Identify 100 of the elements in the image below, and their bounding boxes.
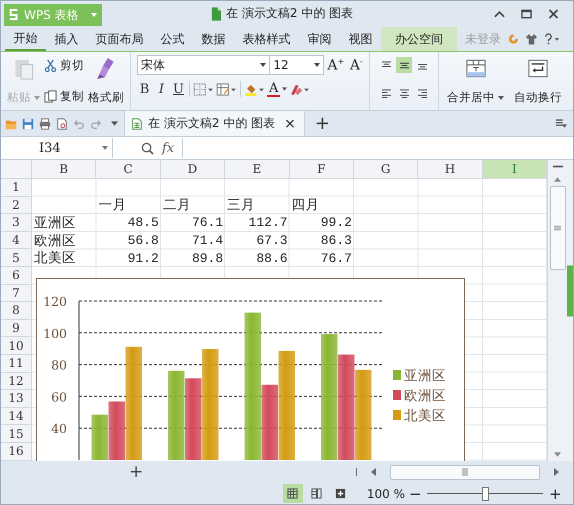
menu-tab[interactable]: 数据 bbox=[193, 27, 234, 51]
fill-color-icon[interactable] bbox=[244, 82, 265, 96]
new-tab-button[interactable]: + bbox=[314, 113, 330, 134]
align-icon bbox=[416, 88, 428, 98]
copy-button[interactable]: 复制 bbox=[44, 89, 84, 104]
font-name-field[interactable]: 宋体 bbox=[137, 55, 270, 75]
table-cell-text: 48.5 bbox=[126, 214, 160, 232]
close-icon[interactable] bbox=[548, 9, 559, 19]
zoom-out-button[interactable]: − bbox=[409, 484, 421, 502]
caret-icon[interactable] bbox=[282, 87, 288, 91]
row-header[interactable]: 8 bbox=[1, 302, 32, 320]
row-header[interactable]: 6 bbox=[1, 266, 32, 285]
row-header[interactable]: 4 bbox=[1, 232, 32, 250]
format-painter-button[interactable]: 格式刷 bbox=[86, 55, 126, 107]
collapse-ribbon-icon[interactable] bbox=[494, 9, 505, 19]
preview-icon[interactable] bbox=[56, 118, 68, 130]
name-box[interactable]: I34 bbox=[1, 138, 113, 158]
bold-button[interactable]: B bbox=[137, 82, 152, 96]
cut-button[interactable]: 剪切 bbox=[44, 58, 84, 73]
axis-tick-label: 60 bbox=[51, 389, 67, 404]
wrap-text-button[interactable]: 自动换行 bbox=[512, 55, 564, 107]
search-icon[interactable] bbox=[141, 142, 154, 154]
menu-tab[interactable]: 插入 bbox=[46, 27, 87, 51]
caret-icon bbox=[102, 146, 108, 150]
row-header[interactable]: 2 bbox=[1, 196, 32, 214]
scroll-left-icon[interactable] bbox=[356, 468, 376, 476]
zoom-in-button[interactable]: + bbox=[549, 484, 561, 502]
menu-tab[interactable]: 公式 bbox=[152, 27, 193, 51]
close-tab-button[interactable]: × bbox=[284, 116, 296, 132]
row-header[interactable]: 9 bbox=[1, 320, 32, 338]
vertical-scrollbar[interactable] bbox=[547, 160, 567, 461]
column-header[interactable]: G bbox=[354, 160, 418, 179]
column-header[interactable]: H bbox=[418, 160, 483, 179]
menu-tab[interactable]: 审阅 bbox=[299, 27, 340, 51]
borders-icon[interactable] bbox=[193, 82, 214, 96]
scissors-icon bbox=[44, 59, 57, 72]
print-icon[interactable] bbox=[39, 118, 51, 130]
scroll-thumb[interactable] bbox=[390, 464, 540, 480]
row-header[interactable]: 7 bbox=[1, 284, 32, 302]
clipboard-icon bbox=[14, 57, 34, 80]
row-header[interactable]: 1 bbox=[1, 179, 32, 197]
scroll-thumb[interactable] bbox=[550, 186, 566, 270]
align-icon bbox=[398, 60, 410, 70]
merge-center-button[interactable]: 合并居中 bbox=[445, 55, 506, 107]
slider-thumb[interactable] bbox=[482, 487, 489, 501]
row-header[interactable]: 3 bbox=[1, 214, 32, 232]
scroll-up-icon[interactable] bbox=[554, 177, 561, 182]
table-cell-text: 91.2 bbox=[126, 250, 160, 267]
table-cell-text: 欧洲区 bbox=[33, 232, 77, 250]
grow-font-button[interactable]: A$^{+}$ bbox=[327, 56, 344, 74]
maximize-icon[interactable] bbox=[521, 9, 532, 19]
shrink-font-button[interactable]: A$^{-}$ bbox=[348, 56, 365, 74]
row-header[interactable]: 11 bbox=[1, 354, 32, 373]
menu-tab[interactable]: 页面布局 bbox=[87, 27, 152, 51]
insert-function-button[interactable]: fx bbox=[162, 140, 174, 156]
cell-style-icon[interactable] bbox=[216, 82, 237, 96]
row-header[interactable]: 5 bbox=[1, 249, 32, 267]
column-header[interactable]: C bbox=[96, 160, 161, 179]
caret-icon[interactable] bbox=[111, 121, 118, 126]
column-header[interactable]: B bbox=[32, 160, 96, 179]
row-header[interactable]: 10 bbox=[1, 337, 32, 355]
table-cell-text: 北美区 bbox=[33, 249, 77, 267]
grip-icon bbox=[554, 225, 561, 231]
help-icon[interactable] bbox=[544, 33, 560, 45]
scroll-down-icon[interactable] bbox=[554, 452, 561, 457]
underline-button[interactable]: U bbox=[171, 82, 186, 96]
row-header[interactable]: 16 bbox=[1, 442, 32, 460]
align-icon bbox=[380, 88, 392, 98]
eraser-icon[interactable] bbox=[289, 82, 310, 96]
column-header[interactable]: D bbox=[160, 160, 226, 179]
split-handle-icon[interactable] bbox=[552, 164, 562, 169]
table-cell-text: 71.4 bbox=[190, 232, 224, 250]
shirt-icon[interactable] bbox=[526, 33, 537, 45]
menu-tab[interactable]: 表格样式 bbox=[234, 27, 299, 51]
column-header[interactable]: E bbox=[225, 160, 290, 179]
column-header[interactable]: F bbox=[290, 160, 354, 179]
fullscreen-icon bbox=[335, 488, 346, 499]
menu-tab[interactable]: 办公空间 bbox=[381, 27, 457, 51]
scroll-right-icon[interactable] bbox=[554, 468, 559, 476]
add-sheet-button[interactable]: + bbox=[129, 462, 144, 482]
view-button[interactable] bbox=[282, 484, 303, 503]
tab-list-icon[interactable] bbox=[555, 118, 567, 129]
caret-icon bbox=[34, 96, 40, 100]
zoom-slider[interactable] bbox=[427, 486, 543, 501]
row-header[interactable]: 12 bbox=[1, 372, 32, 390]
row-header[interactable]: 15 bbox=[1, 425, 32, 443]
font-size-field[interactable]: 12 bbox=[269, 55, 324, 75]
row-header[interactable]: 14 bbox=[1, 408, 32, 426]
column-header[interactable]: I bbox=[482, 160, 547, 179]
font-color-button[interactable]: A bbox=[267, 82, 280, 96]
menu-tab[interactable]: 视图 bbox=[340, 27, 381, 51]
align-button[interactable] bbox=[396, 57, 412, 73]
row-header[interactable]: 13 bbox=[1, 390, 32, 408]
wrap-text-icon bbox=[528, 57, 548, 80]
table-cell-text: 76.1 bbox=[190, 214, 224, 232]
save-icon[interactable] bbox=[22, 118, 34, 130]
italic-button[interactable]: I bbox=[154, 82, 169, 96]
axis-tick-label: 40 bbox=[51, 421, 67, 436]
document-tab[interactable]: 在 演示文稿2 中的 图表 × bbox=[124, 111, 305, 136]
grip-icon bbox=[462, 468, 468, 476]
